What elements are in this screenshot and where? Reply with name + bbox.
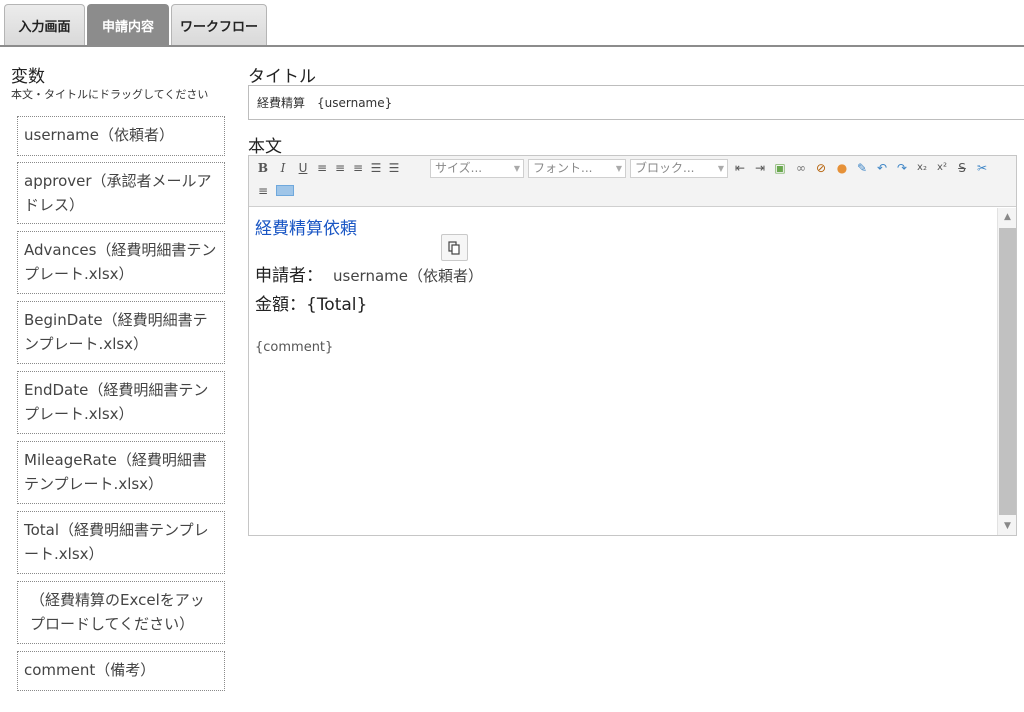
variable-end-date[interactable]: EndDate（経費明細書テンプレート.xlsx） [17, 371, 225, 434]
variables-hint: 本文・タイトルにドラッグしてください [11, 88, 209, 101]
strikethrough-icon[interactable]: S [955, 161, 969, 175]
align-center-icon[interactable]: ≡ [333, 161, 347, 175]
title-label: タイトル [248, 67, 316, 87]
align-right-icon[interactable]: ≡ [351, 161, 365, 175]
remove-format-icon[interactable]: ✂ [975, 161, 989, 175]
scroll-down-icon[interactable]: ▼ [998, 517, 1017, 535]
tab-bar: 入力画面 申請内容 ワークフロー [0, 0, 1024, 47]
link-icon[interactable]: ∞ [794, 161, 808, 175]
tab-workflow[interactable]: ワークフロー [171, 4, 267, 45]
editor-toolbar: B I U ≡ ≡ ≡ ☰ ☰ サイズ... ▼ フォント... ▼ ブロック...… [249, 156, 1016, 207]
html-source-icon[interactable] [276, 185, 294, 196]
undo-icon[interactable]: ↶ [875, 161, 889, 175]
scroll-up-icon[interactable]: ▲ [998, 208, 1017, 226]
body-label: 本文 [248, 137, 282, 157]
content-heading: 経費精算依頼 [255, 219, 357, 239]
editor-scrollbar[interactable]: ▲ ▼ [997, 208, 1016, 535]
image-icon[interactable]: ▣ [773, 161, 787, 175]
variable-begin-date[interactable]: BeginDate（経費明細書テンプレート.xlsx） [17, 301, 225, 364]
italic-icon[interactable]: I [276, 161, 290, 175]
tab-input-screen[interactable]: 入力画面 [4, 4, 85, 45]
applicant-value: username（依頼者） [333, 267, 483, 285]
font-size-select[interactable]: サイズ... ▼ [430, 159, 524, 178]
unordered-list-icon[interactable]: ☰ [387, 161, 401, 175]
applicant-line: 申請者： username（依頼者） [255, 261, 483, 286]
comment-placeholder: {comment} [255, 340, 334, 355]
outdent-icon[interactable]: ⇤ [733, 161, 747, 175]
ordered-list-icon[interactable]: ☰ [369, 161, 383, 175]
variable-comment[interactable]: comment（備考） [17, 651, 225, 691]
bold-icon[interactable]: B [256, 161, 270, 175]
scroll-thumb[interactable] [999, 228, 1016, 515]
variable-approver[interactable]: approver（承認者メールアドレス） [17, 162, 225, 224]
copy-icon [448, 240, 460, 255]
color-icon[interactable]: ● [835, 161, 849, 175]
rich-text-editor: B I U ≡ ≡ ≡ ☰ ☰ サイズ... ▼ フォント... ▼ ブロック...… [248, 155, 1017, 536]
amount-line: 金額：{Total} [255, 295, 368, 315]
title-input[interactable] [248, 85, 1024, 120]
variable-advances[interactable]: Advances（経費明細書テンプレート.xlsx） [17, 231, 225, 294]
block-format-select[interactable]: ブロック... ▼ [630, 159, 728, 178]
variables-title: 変数 [11, 67, 45, 87]
superscript-icon[interactable]: x² [935, 161, 949, 175]
font-family-select[interactable]: フォント... ▼ [528, 159, 626, 178]
align-left-icon[interactable]: ≡ [315, 161, 329, 175]
variable-excel-upload[interactable]: （経費精算のExcelをアップロードしてください） [17, 581, 225, 644]
subscript-icon[interactable]: x₂ [915, 161, 929, 175]
underline-icon[interactable]: U [296, 161, 310, 175]
edit-html-icon[interactable]: ✎ [855, 161, 869, 175]
tab-application-content[interactable]: 申請内容 [87, 4, 169, 45]
variable-username[interactable]: username（依頼者） [17, 116, 225, 156]
copy-button[interactable] [441, 234, 468, 261]
variable-total[interactable]: Total（経費明細書テンプレート.xlsx） [17, 511, 225, 574]
applicant-label: 申請者： [255, 266, 323, 286]
horizontal-rule-icon[interactable]: ≡ [256, 184, 270, 198]
variable-mileage-rate[interactable]: MileageRate（経費明細書テンプレート.xlsx） [17, 441, 225, 504]
redo-icon[interactable]: ↷ [895, 161, 909, 175]
indent-icon[interactable]: ⇥ [753, 161, 767, 175]
unlink-icon[interactable]: ⊘ [814, 161, 828, 175]
editor-content[interactable]: 経費精算依頼 申請者： username（依頼者） 金額：{Total} {com… [249, 208, 997, 535]
